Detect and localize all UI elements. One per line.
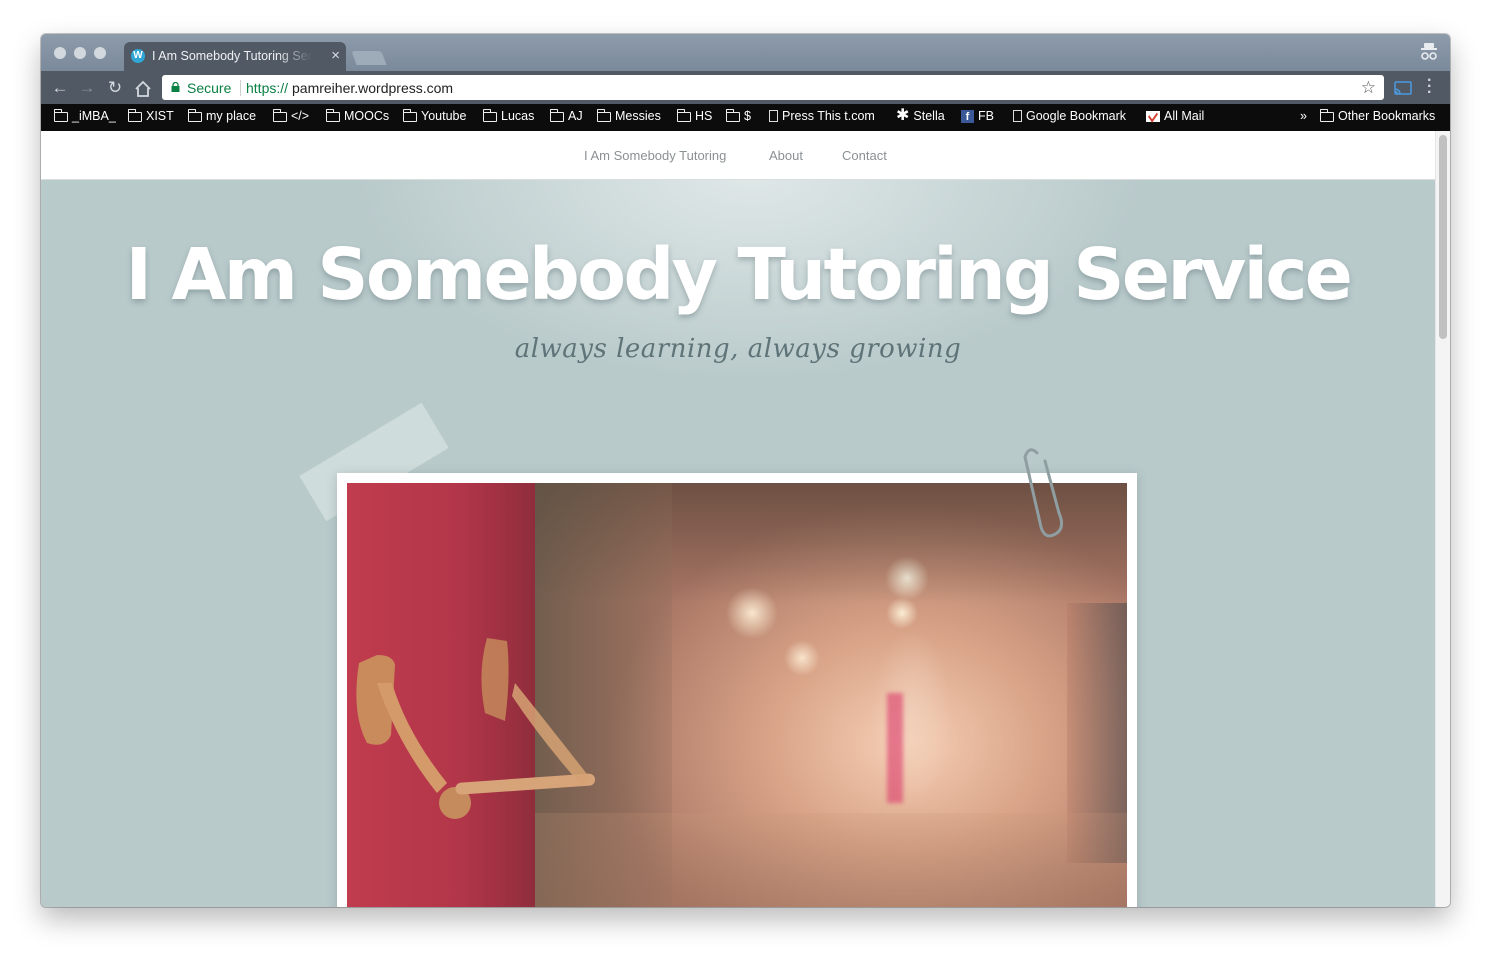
folder-icon bbox=[402, 109, 417, 122]
address-bar[interactable]: Secure https:// pamreiher.wordpress.com … bbox=[162, 75, 1384, 100]
bookmark-code[interactable]: </> bbox=[272, 109, 309, 123]
url-host: pamreiher.wordpress.com bbox=[292, 80, 454, 96]
folder-icon bbox=[187, 109, 202, 122]
page-viewport: I Am Somebody Tutoring About Contact I A… bbox=[41, 131, 1435, 907]
folder-icon bbox=[676, 109, 691, 122]
folder-icon bbox=[596, 109, 611, 122]
folder-icon bbox=[272, 109, 287, 122]
bookmark-moocs[interactable]: MOOCs bbox=[325, 109, 389, 123]
bookmark-messies[interactable]: Messies bbox=[596, 109, 661, 123]
bookmark-aj[interactable]: AJ bbox=[549, 109, 583, 123]
photo-pink-light bbox=[887, 693, 903, 803]
incognito-icon bbox=[1421, 43, 1437, 60]
browser-menu-icon[interactable]: · · · bbox=[1427, 73, 1432, 101]
tab-title: I Am Somebody Tutoring Service bbox=[152, 49, 312, 63]
bookmark-star-icon[interactable]: ☆ bbox=[1361, 78, 1376, 98]
bookmark-press-this[interactable]: Press This t.com bbox=[769, 109, 875, 123]
bookmark-hs[interactable]: HS bbox=[676, 109, 712, 123]
active-tab[interactable]: W I Am Somebody Tutoring Service × bbox=[124, 42, 346, 71]
bookmarks-bar: _iMBA_ XIST my place </> MOOCs Youtube L… bbox=[41, 104, 1450, 131]
cast-icon[interactable] bbox=[1394, 81, 1412, 95]
paperclip-icon bbox=[1023, 448, 1063, 538]
bookmark-imba[interactable]: _iMBA_ bbox=[53, 109, 116, 123]
folder-icon bbox=[325, 109, 340, 122]
nav-link-home[interactable]: I Am Somebody Tutoring bbox=[584, 148, 726, 163]
secure-label: Secure bbox=[187, 80, 232, 96]
tab-close-icon[interactable]: × bbox=[331, 47, 340, 64]
bookmark-my-place[interactable]: my place bbox=[187, 109, 256, 123]
bookmark-lucas[interactable]: Lucas bbox=[482, 109, 534, 123]
forward-arrow-icon[interactable]: → bbox=[78, 79, 96, 97]
bookmark-fb[interactable]: f FB bbox=[961, 109, 994, 123]
bookmark-stella[interactable]: ✱ Stella bbox=[896, 107, 945, 124]
folder-icon bbox=[549, 109, 564, 122]
page-icon bbox=[769, 110, 778, 122]
bookmark-youtube[interactable]: Youtube bbox=[402, 109, 466, 123]
browser-window: W I Am Somebody Tutoring Service × ← → ↻… bbox=[41, 34, 1450, 907]
home-icon[interactable] bbox=[134, 80, 152, 98]
folder-icon bbox=[482, 109, 497, 122]
scrollbar-thumb[interactable] bbox=[1439, 135, 1447, 339]
photo-floor bbox=[532, 813, 1127, 907]
zoom-window-button[interactable] bbox=[94, 47, 106, 59]
page-scrollbar[interactable] bbox=[1435, 131, 1450, 907]
nav-link-about[interactable]: About bbox=[769, 148, 803, 163]
folder-icon bbox=[53, 109, 68, 122]
site-navigation: I Am Somebody Tutoring About Contact bbox=[41, 131, 1435, 180]
gmail-icon bbox=[1146, 110, 1160, 122]
lock-icon bbox=[171, 82, 180, 92]
folder-icon bbox=[127, 109, 142, 122]
site-title[interactable]: I Am Somebody Tutoring Service bbox=[41, 233, 1435, 316]
omnibox-divider bbox=[240, 80, 241, 96]
new-tab-button[interactable] bbox=[351, 51, 387, 65]
hallway-photo bbox=[347, 483, 1127, 907]
facebook-icon: f bbox=[961, 109, 974, 123]
url-scheme: https:// bbox=[246, 80, 289, 96]
tab-strip: W I Am Somebody Tutoring Service × bbox=[41, 34, 1450, 71]
asterisk-icon: ✱ bbox=[896, 107, 910, 124]
wordpress-icon: W bbox=[131, 49, 145, 63]
header-image-frame bbox=[337, 473, 1137, 907]
nav-link-contact[interactable]: Contact bbox=[842, 148, 887, 163]
door-handle-icon bbox=[356, 638, 596, 819]
browser-toolbar: ← → ↻ Secure https:// pamreiher.wordpres… bbox=[41, 71, 1450, 104]
bookmark-dollar[interactable]: $ bbox=[725, 109, 751, 123]
reload-icon[interactable]: ↻ bbox=[106, 79, 124, 97]
folder-icon bbox=[1319, 109, 1334, 122]
site-tagline: always learning, always growing bbox=[514, 334, 962, 364]
folder-icon bbox=[725, 109, 740, 122]
bookmark-google[interactable]: Google Bookmark bbox=[1013, 109, 1126, 123]
bookmarks-overflow-button[interactable]: » bbox=[1300, 109, 1307, 123]
other-bookmarks[interactable]: Other Bookmarks bbox=[1319, 109, 1435, 123]
back-arrow-icon[interactable]: ← bbox=[51, 79, 69, 97]
bookmark-xist[interactable]: XIST bbox=[127, 109, 174, 123]
page-icon bbox=[1013, 110, 1022, 122]
close-window-button[interactable] bbox=[54, 47, 66, 59]
minimize-window-button[interactable] bbox=[74, 47, 86, 59]
bookmark-all-mail[interactable]: All Mail bbox=[1146, 109, 1204, 123]
